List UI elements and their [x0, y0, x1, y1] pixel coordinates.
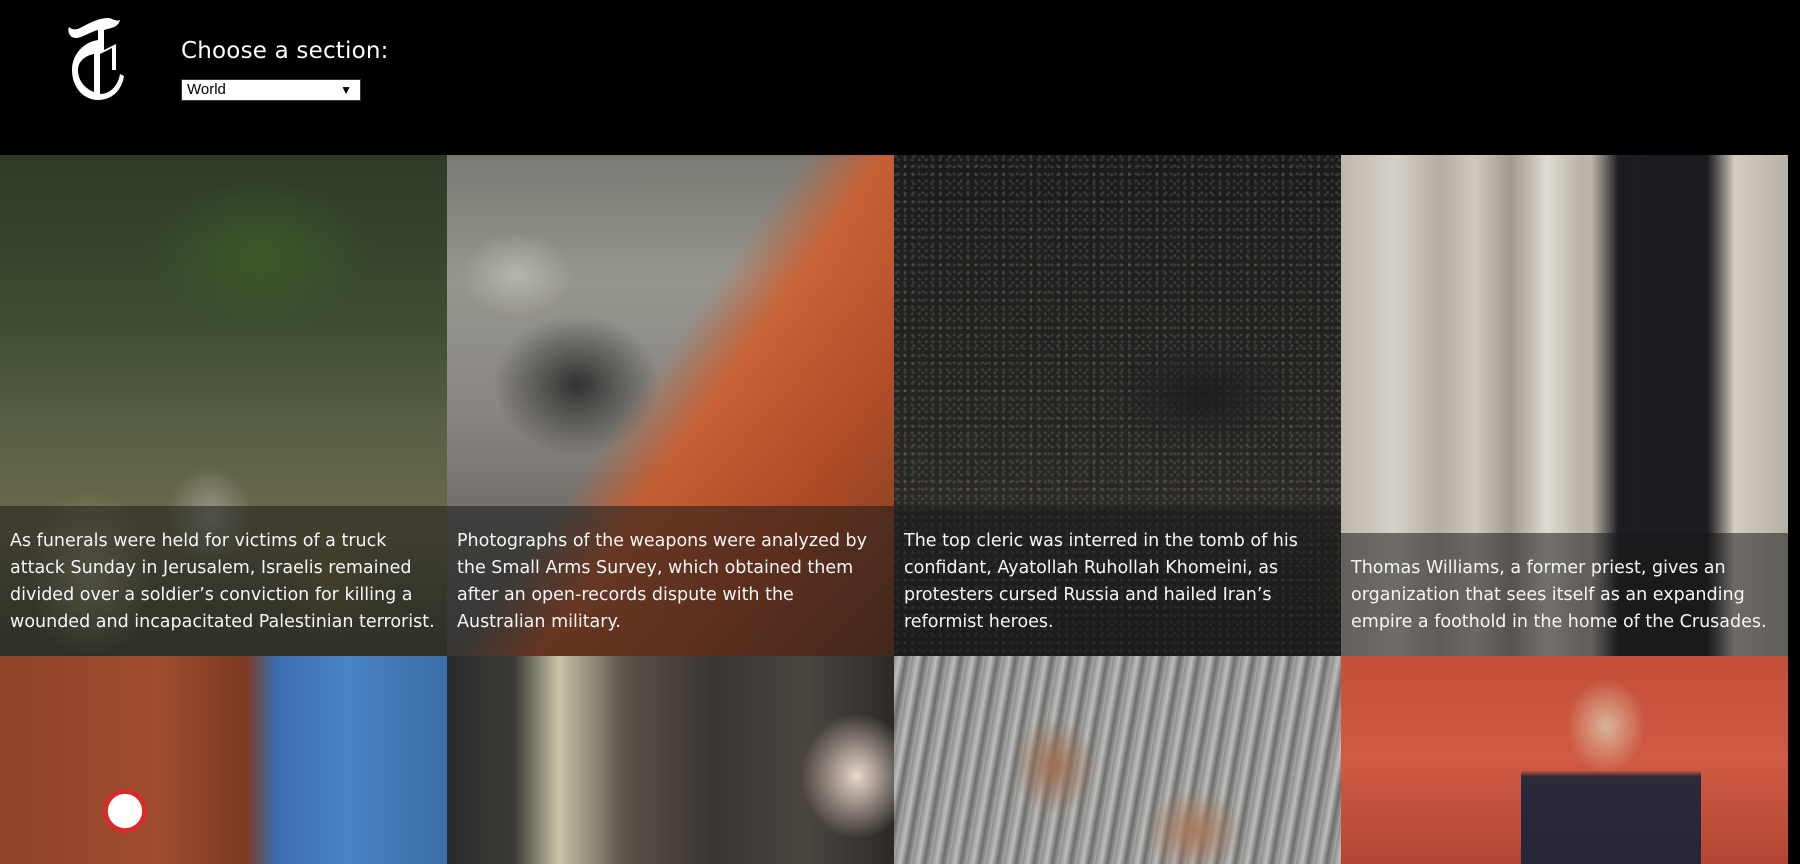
story-caption: Thomas Williams, a former priest, gives … [1341, 533, 1788, 656]
dropdown-arrow-icon: ▼ [340, 83, 352, 97]
story-grid: As funerals were held for victims of a t… [0, 155, 1790, 864]
story-photo [447, 656, 894, 864]
story-tile[interactable]: The top cleric was interred in the tomb … [894, 155, 1341, 656]
story-tile[interactable] [1341, 656, 1788, 864]
story-tile[interactable]: Thomas Williams, a former priest, gives … [1341, 155, 1788, 656]
story-caption: As funerals were held for victims of a t… [0, 506, 447, 656]
section-select-value: World [187, 81, 226, 98]
story-caption: Photographs of the weapons were analyzed… [447, 506, 894, 656]
story-tile[interactable] [894, 656, 1341, 864]
story-photo [1341, 656, 1788, 864]
section-select[interactable]: World ▼ [181, 79, 361, 101]
story-tile[interactable]: Photographs of the weapons were analyzed… [447, 155, 894, 656]
section-label: Choose a section: [181, 38, 389, 64]
story-caption: The top cleric was interred in the tomb … [894, 506, 1341, 656]
story-photo [0, 656, 447, 864]
header: Choose a section: World ▼ [0, 0, 1800, 155]
story-tile[interactable] [447, 656, 894, 864]
story-tile[interactable] [0, 656, 447, 864]
story-photo [894, 656, 1341, 864]
story-tile[interactable]: As funerals were held for victims of a t… [0, 155, 447, 656]
nyt-logo-icon[interactable] [58, 14, 128, 104]
